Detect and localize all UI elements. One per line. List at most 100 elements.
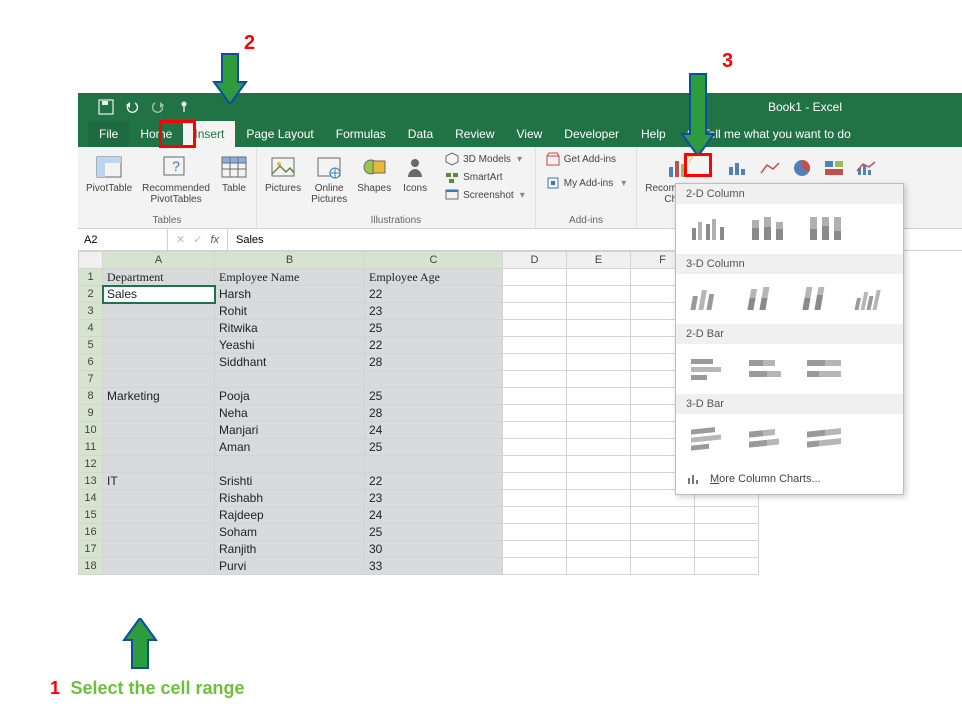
cell[interactable]: 25 bbox=[365, 439, 503, 456]
cell[interactable] bbox=[103, 558, 215, 575]
touch-mode-icon[interactable] bbox=[176, 99, 192, 115]
cell[interactable] bbox=[103, 405, 215, 422]
cell[interactable] bbox=[567, 507, 631, 524]
cell[interactable]: Purvi bbox=[215, 558, 365, 575]
cell[interactable]: 28 bbox=[365, 354, 503, 371]
cell[interactable]: 23 bbox=[365, 490, 503, 507]
online-pictures-button[interactable]: Online Pictures bbox=[309, 151, 349, 207]
3d-column-option[interactable] bbox=[852, 282, 893, 316]
cell[interactable]: Neha bbox=[215, 405, 365, 422]
fx-icon[interactable]: fx bbox=[210, 234, 219, 246]
cell[interactable]: 25 bbox=[365, 388, 503, 405]
stacked-column-option[interactable] bbox=[744, 212, 788, 246]
cell[interactable] bbox=[695, 541, 759, 558]
cell[interactable] bbox=[567, 320, 631, 337]
screenshot-button[interactable]: Screenshot▾ bbox=[441, 187, 529, 203]
tab-developer[interactable]: Developer bbox=[553, 121, 630, 147]
cell[interactable] bbox=[503, 524, 567, 541]
cell[interactable]: Aman bbox=[215, 439, 365, 456]
get-addins-button[interactable]: Get Add-ins bbox=[542, 151, 631, 167]
cell[interactable] bbox=[567, 422, 631, 439]
pivottable-button[interactable]: PivotTable bbox=[84, 151, 134, 196]
cell[interactable] bbox=[503, 507, 567, 524]
cell[interactable] bbox=[503, 558, 567, 575]
tab-page-layout[interactable]: Page Layout bbox=[235, 121, 324, 147]
100-stacked-bar-option[interactable] bbox=[802, 352, 846, 386]
cell[interactable] bbox=[103, 303, 215, 320]
icons-button[interactable]: Icons bbox=[399, 151, 431, 196]
cell[interactable]: 23 bbox=[365, 303, 503, 320]
cell[interactable] bbox=[503, 456, 567, 473]
insert-pie-chart-button[interactable] bbox=[789, 157, 815, 179]
cell[interactable]: 33 bbox=[365, 558, 503, 575]
cell[interactable]: Ritwika bbox=[215, 320, 365, 337]
row-header[interactable]: 9 bbox=[79, 405, 103, 422]
100-stacked-column-option[interactable] bbox=[802, 212, 846, 246]
cell[interactable] bbox=[567, 456, 631, 473]
cell[interactable] bbox=[631, 558, 695, 575]
tab-formulas[interactable]: Formulas bbox=[325, 121, 397, 147]
recommended-pivottables-button[interactable]: ? Recommended PivotTables bbox=[140, 151, 212, 207]
cell[interactable] bbox=[503, 371, 567, 388]
cell[interactable] bbox=[365, 456, 503, 473]
insert-column-chart-button[interactable] bbox=[725, 157, 751, 179]
cell[interactable] bbox=[567, 558, 631, 575]
col-header-c[interactable]: C bbox=[365, 252, 503, 269]
row-header[interactable]: 1 bbox=[79, 269, 103, 286]
row-header[interactable]: 10 bbox=[79, 422, 103, 439]
my-addins-button[interactable]: My Add-ins▾ bbox=[542, 175, 631, 191]
clustered-bar-option[interactable] bbox=[686, 352, 730, 386]
3d-100-stacked-bar-option[interactable] bbox=[802, 422, 846, 456]
cell[interactable] bbox=[103, 439, 215, 456]
cell[interactable]: Soham bbox=[215, 524, 365, 541]
cell[interactable] bbox=[503, 269, 567, 286]
cancel-icon[interactable]: ✕ bbox=[176, 233, 185, 246]
cell[interactable] bbox=[503, 303, 567, 320]
row-header[interactable]: 12 bbox=[79, 456, 103, 473]
cell[interactable]: 24 bbox=[365, 507, 503, 524]
tab-home[interactable]: Home bbox=[129, 121, 183, 147]
tab-review[interactable]: Review bbox=[444, 121, 505, 147]
cell[interactable] bbox=[567, 354, 631, 371]
insert-hierarchy-chart-button[interactable] bbox=[821, 157, 847, 179]
cell[interactable]: Manjari bbox=[215, 422, 365, 439]
cell[interactable]: 25 bbox=[365, 320, 503, 337]
cell[interactable] bbox=[503, 422, 567, 439]
cell[interactable] bbox=[215, 456, 365, 473]
row-header[interactable]: 7 bbox=[79, 371, 103, 388]
stacked-bar-option[interactable] bbox=[744, 352, 788, 386]
cell[interactable] bbox=[567, 524, 631, 541]
cell[interactable] bbox=[567, 439, 631, 456]
cell[interactable] bbox=[103, 507, 215, 524]
cell[interactable] bbox=[567, 490, 631, 507]
cell[interactable]: Employee Name bbox=[215, 269, 365, 286]
insert-combo-chart-button[interactable] bbox=[853, 157, 879, 179]
cell[interactable]: Yeashi bbox=[215, 337, 365, 354]
3d-clustered-column-option[interactable] bbox=[686, 282, 727, 316]
cell[interactable] bbox=[103, 371, 215, 388]
cell[interactable] bbox=[695, 507, 759, 524]
row-header[interactable]: 14 bbox=[79, 490, 103, 507]
cell[interactable] bbox=[567, 269, 631, 286]
save-icon[interactable] bbox=[98, 99, 114, 115]
row-header[interactable]: 2 bbox=[79, 286, 103, 303]
row-header[interactable]: 13 bbox=[79, 473, 103, 490]
cell[interactable]: Ranjith bbox=[215, 541, 365, 558]
cell[interactable]: Employee Age bbox=[365, 269, 503, 286]
cell[interactable] bbox=[103, 337, 215, 354]
row-header[interactable]: 4 bbox=[79, 320, 103, 337]
pictures-button[interactable]: Pictures bbox=[263, 151, 303, 196]
insert-line-chart-button[interactable] bbox=[757, 157, 783, 179]
cell[interactable] bbox=[103, 490, 215, 507]
row-header[interactable]: 18 bbox=[79, 558, 103, 575]
cell[interactable] bbox=[567, 371, 631, 388]
tab-help[interactable]: Help bbox=[630, 121, 677, 147]
cell[interactable] bbox=[503, 286, 567, 303]
table-button[interactable]: Table bbox=[218, 151, 250, 196]
row-header[interactable]: 8 bbox=[79, 388, 103, 405]
col-header-e[interactable]: E bbox=[567, 252, 631, 269]
cell[interactable]: 22 bbox=[365, 286, 503, 303]
tab-insert[interactable]: Insert bbox=[183, 121, 235, 147]
row-header[interactable]: 15 bbox=[79, 507, 103, 524]
col-header-d[interactable]: D bbox=[503, 252, 567, 269]
